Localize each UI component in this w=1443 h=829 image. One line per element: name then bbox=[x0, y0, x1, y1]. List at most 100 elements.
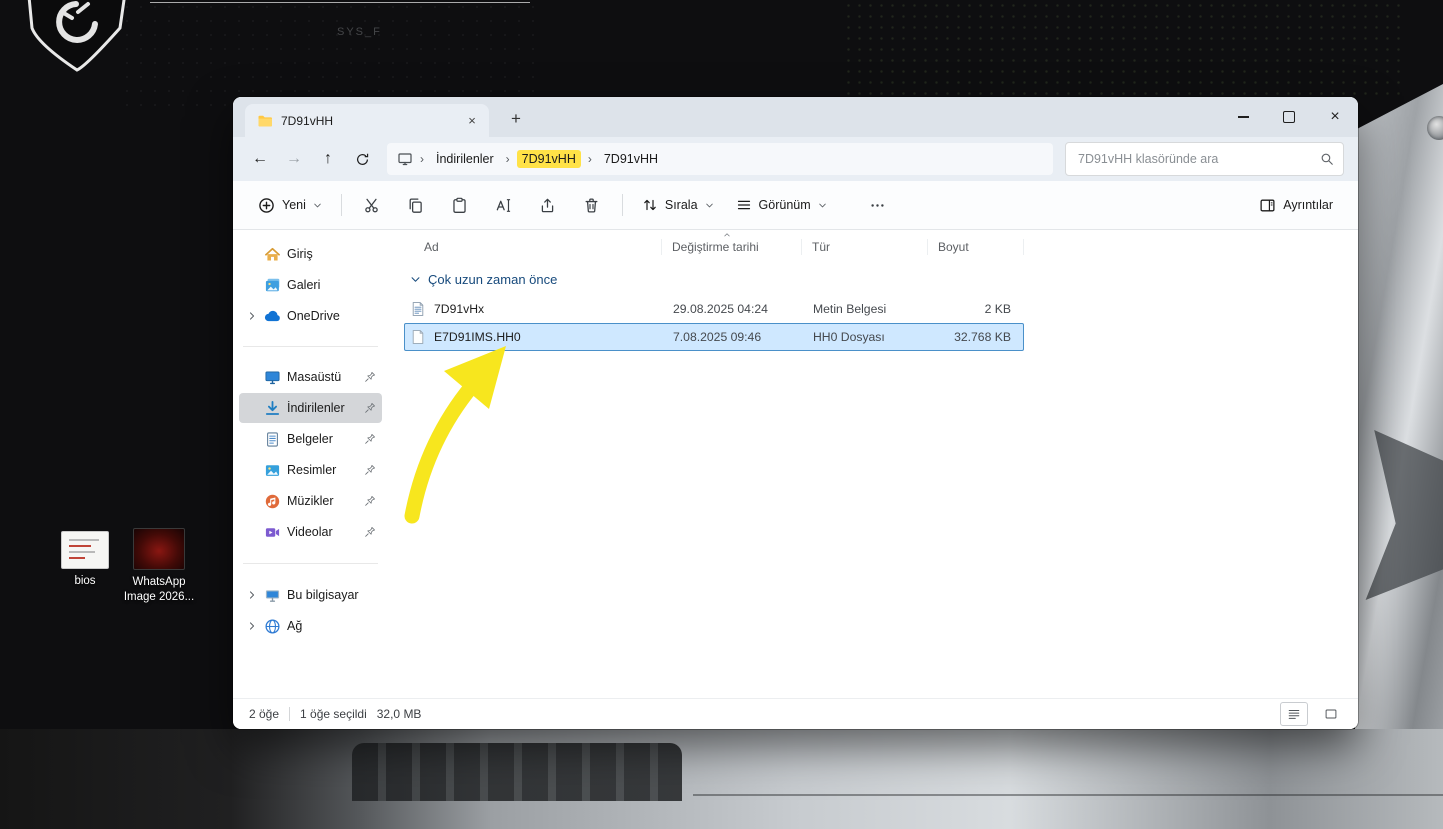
ellipsis-icon bbox=[869, 197, 886, 214]
breadcrumb-separator: › bbox=[587, 152, 592, 166]
chevron-right-icon[interactable] bbox=[247, 621, 257, 631]
column-header-type[interactable]: Tür bbox=[802, 239, 928, 255]
rename-icon bbox=[495, 197, 512, 214]
background-vents bbox=[352, 743, 682, 801]
sidebar-item-videos[interactable]: Videolar bbox=[239, 517, 382, 547]
search-input[interactable] bbox=[1076, 151, 1320, 167]
pictures-icon bbox=[264, 462, 281, 479]
pin-icon bbox=[364, 371, 376, 383]
file-type: HH0 Dosyası bbox=[813, 330, 885, 344]
share-button[interactable] bbox=[528, 188, 568, 222]
refresh-button[interactable] bbox=[345, 143, 379, 175]
toolbar-divider bbox=[621, 194, 623, 216]
this-pc-icon bbox=[397, 151, 413, 167]
forward-button[interactable]: → bbox=[277, 143, 311, 175]
status-item-count: 2 öğe bbox=[249, 707, 280, 721]
network-icon bbox=[264, 618, 281, 635]
column-header-name[interactable]: Ad bbox=[404, 239, 662, 255]
paste-icon bbox=[451, 197, 468, 214]
breadcrumb-item-downloads[interactable]: İndirilenler bbox=[431, 150, 499, 168]
msi-shield-logo bbox=[27, 0, 126, 72]
large-icons-view-button[interactable] bbox=[1318, 703, 1344, 725]
sort-button[interactable]: Sırala bbox=[633, 190, 723, 220]
pin-icon bbox=[364, 526, 376, 538]
delete-button[interactable] bbox=[572, 188, 612, 222]
sidebar-item-this-pc[interactable]: Bu bilgisayar bbox=[239, 580, 382, 610]
column-header-size[interactable]: Boyut bbox=[928, 239, 1024, 255]
paste-button[interactable] bbox=[440, 188, 480, 222]
up-button[interactable]: ↑ bbox=[311, 143, 345, 175]
back-button[interactable]: ← bbox=[243, 143, 277, 175]
desktop-icon-whatsapp-image[interactable]: WhatsApp Image 2026... bbox=[119, 528, 199, 605]
details-view-icon bbox=[1287, 707, 1301, 721]
sidebar-item-network[interactable]: Ağ bbox=[239, 611, 382, 641]
sidebar-item-label: Resimler bbox=[287, 463, 337, 477]
new-button-label: Yeni bbox=[282, 198, 306, 212]
sidebar-item-pictures[interactable]: Resimler bbox=[239, 455, 382, 485]
column-header-label: Değiştirme tarihi bbox=[672, 240, 759, 254]
background-highlight-line bbox=[150, 2, 530, 3]
folder-icon bbox=[257, 113, 273, 129]
sidebar-item-onedrive[interactable]: OneDrive bbox=[239, 301, 382, 331]
chevron-right-icon[interactable] bbox=[247, 311, 257, 321]
breadcrumb[interactable]: › İndirilenler › 7D91vHH › 7D91vHH bbox=[387, 143, 1053, 175]
blank-file-icon bbox=[410, 329, 426, 345]
details-pane-button[interactable]: Ayrıntılar bbox=[1250, 190, 1342, 221]
sidebar-item-label: İndirilenler bbox=[287, 401, 345, 415]
bios-thumbnail bbox=[61, 531, 109, 569]
close-button[interactable]: × bbox=[1312, 97, 1358, 137]
desktop-icon-bios[interactable]: bios bbox=[45, 531, 125, 589]
chevron-right-icon[interactable] bbox=[247, 590, 257, 600]
cut-button[interactable] bbox=[352, 188, 392, 222]
command-toolbar: Yeni Sırala Görünüm Ayrıntılar bbox=[233, 181, 1358, 230]
trash-icon bbox=[583, 197, 600, 214]
new-button[interactable]: Yeni bbox=[249, 190, 331, 221]
tab-close-icon[interactable]: × bbox=[461, 110, 483, 132]
sidebar-divider bbox=[243, 346, 378, 347]
more-options-button[interactable] bbox=[858, 188, 898, 222]
tab-bar: 7D91vHH × + × bbox=[233, 97, 1358, 137]
breadcrumb-separator: › bbox=[420, 152, 424, 166]
chevron-down-icon bbox=[818, 201, 827, 210]
background-dot-pattern bbox=[843, 0, 1403, 100]
details-view-button[interactable] bbox=[1280, 702, 1308, 726]
plus-circle-icon bbox=[258, 197, 275, 214]
copy-button[interactable] bbox=[396, 188, 436, 222]
file-row-selected[interactable]: E7D91IMS.HH0 7.08.2025 09:46 HH0 Dosyası… bbox=[404, 323, 1024, 351]
sidebar-item-music[interactable]: Müzikler bbox=[239, 486, 382, 516]
sidebar-item-gallery[interactable]: Galeri bbox=[239, 270, 382, 300]
documents-icon bbox=[264, 431, 281, 448]
sidebar-item-documents[interactable]: Belgeler bbox=[239, 424, 382, 454]
copy-icon bbox=[407, 197, 424, 214]
sidebar-item-label: Masaüstü bbox=[287, 370, 342, 384]
sidebar-item-downloads[interactable]: İndirilenler bbox=[239, 393, 382, 423]
sidebar-item-desktop[interactable]: Masaüstü bbox=[239, 362, 382, 392]
sidebar-item-home[interactable]: Giriş bbox=[239, 239, 382, 269]
group-header[interactable]: Çok uzun zaman önce bbox=[410, 272, 1358, 287]
view-button[interactable]: Görünüm bbox=[727, 190, 836, 220]
breadcrumb-item-7d91vhh-highlighted[interactable]: 7D91vHH bbox=[516, 150, 581, 168]
new-tab-button[interactable]: + bbox=[503, 106, 529, 132]
file-row[interactable]: 7D91vHx 29.08.2025 04:24 Metin Belgesi 2… bbox=[404, 295, 1024, 323]
whatsapp-image-thumbnail bbox=[133, 528, 185, 570]
file-modified: 7.08.2025 09:46 bbox=[673, 330, 762, 344]
column-header-modified[interactable]: Değiştirme tarihi bbox=[662, 239, 802, 255]
refresh-icon bbox=[355, 152, 370, 167]
file-explorer-window: 7D91vHH × + × ← → ↑ › İndirilenler › 7D9… bbox=[233, 97, 1358, 729]
navigation-sidebar: Giriş Galeri OneDrive Masaüstü İndirilen… bbox=[233, 230, 388, 698]
tab-title: 7D91vHH bbox=[281, 113, 334, 128]
maximize-button[interactable] bbox=[1266, 97, 1312, 137]
minimize-button[interactable] bbox=[1220, 97, 1266, 137]
gallery-icon bbox=[264, 277, 281, 294]
breadcrumb-item-7d91vhh[interactable]: 7D91vHH bbox=[599, 150, 663, 168]
search-box[interactable] bbox=[1065, 142, 1344, 176]
view-button-label: Görünüm bbox=[758, 198, 811, 212]
sidebar-item-label: Müzikler bbox=[287, 494, 334, 508]
file-modified: 29.08.2025 04:24 bbox=[673, 302, 768, 316]
explorer-tab[interactable]: 7D91vHH × bbox=[245, 104, 489, 137]
downloads-icon bbox=[264, 400, 281, 417]
column-headers: Ad Değiştirme tarihi Tür Boyut bbox=[404, 230, 1024, 264]
background-panel-seam bbox=[692, 794, 1443, 796]
text-file-icon bbox=[410, 301, 426, 317]
rename-button[interactable] bbox=[484, 188, 524, 222]
